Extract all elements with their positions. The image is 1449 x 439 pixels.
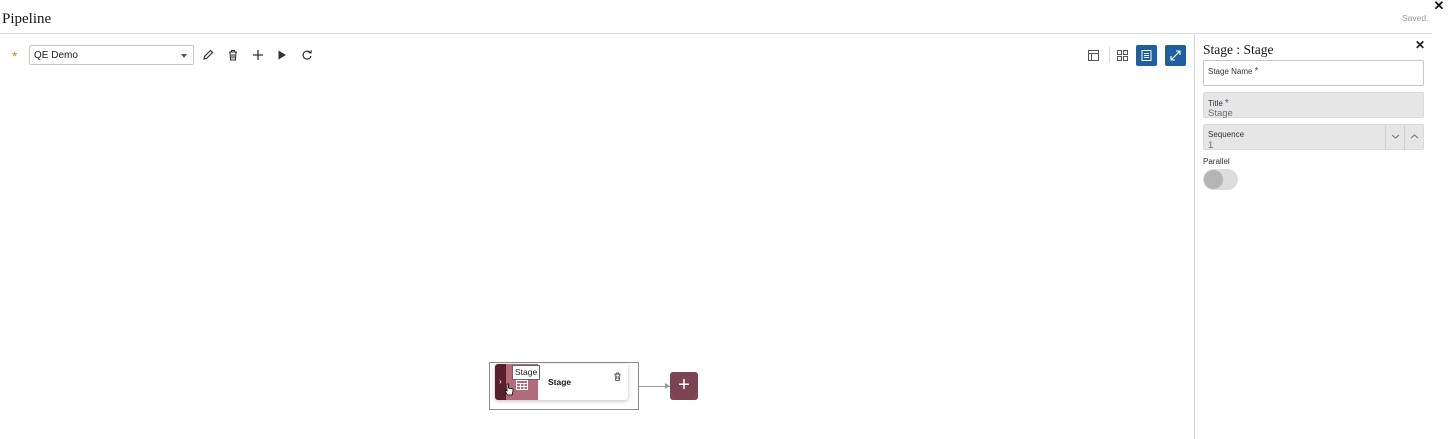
- grid-view-button[interactable]: [1112, 45, 1133, 66]
- pipeline-select-value: QE Demo: [34, 50, 78, 61]
- add-button[interactable]: [251, 48, 265, 62]
- sequence-value: 1: [1208, 140, 1214, 151]
- layout-view-button[interactable]: [1083, 45, 1104, 66]
- parallel-toggle[interactable]: [1203, 169, 1238, 190]
- stage-tooltip: Stage: [512, 365, 541, 380]
- chevron-down-icon: [181, 54, 187, 58]
- sequence-increment-button[interactable]: [1404, 125, 1424, 149]
- table-icon: [516, 380, 528, 390]
- panel-close-button[interactable]: ✕: [1415, 38, 1425, 52]
- view-divider: [1109, 47, 1110, 63]
- parallel-label: Parallel: [1203, 157, 1230, 166]
- list-view-button[interactable]: [1136, 45, 1157, 66]
- required-marker: *: [1254, 66, 1259, 77]
- chevron-down-icon: [1391, 134, 1400, 139]
- edit-button[interactable]: [201, 48, 215, 62]
- stage-name-label: Stage Name *: [1208, 66, 1259, 77]
- plus-icon: [253, 50, 263, 60]
- title-value: Stage: [1208, 108, 1233, 119]
- save-status: Saved.: [1402, 13, 1429, 23]
- trash-icon: [614, 372, 621, 381]
- panel-title: Stage : Stage: [1203, 42, 1274, 57]
- required-marker: *: [12, 48, 18, 64]
- title-field[interactable]: Title * Stage: [1203, 92, 1424, 119]
- add-stage-button[interactable]: +: [670, 372, 698, 400]
- sequence-label: Sequence: [1208, 130, 1245, 139]
- chevron-up-icon: [1410, 134, 1419, 139]
- play-icon: [278, 50, 286, 60]
- mouse-cursor-icon: [504, 383, 514, 396]
- list-icon: [1141, 50, 1152, 61]
- refresh-button[interactable]: [300, 48, 314, 62]
- pencil-icon: [203, 49, 214, 60]
- expand-icon: [1170, 50, 1181, 61]
- grid-icon: [1117, 50, 1128, 61]
- delete-button[interactable]: [226, 48, 240, 62]
- toggle-knob: [1204, 170, 1223, 189]
- stage-properties-panel: Stage : Stage ✕ Stage Name * Title * Stage…: [1194, 34, 1432, 439]
- refresh-icon: [302, 50, 312, 60]
- stage-name-field[interactable]: Stage Name *: [1203, 60, 1424, 86]
- stage-node-name: Stage: [548, 377, 572, 387]
- pipeline-select[interactable]: QE Demo: [29, 45, 194, 65]
- page-title: Pipeline: [2, 11, 52, 27]
- close-icon[interactable]: ✕: [1433, 0, 1445, 12]
- stage-delete-button[interactable]: [612, 369, 623, 381]
- sequence-decrement-button[interactable]: [1385, 125, 1405, 149]
- trash-icon: [229, 49, 237, 61]
- expand-view-button[interactable]: [1165, 45, 1186, 66]
- layout-icon: [1088, 50, 1099, 61]
- run-button[interactable]: [275, 48, 289, 62]
- sequence-field[interactable]: Sequence 1: [1203, 124, 1424, 151]
